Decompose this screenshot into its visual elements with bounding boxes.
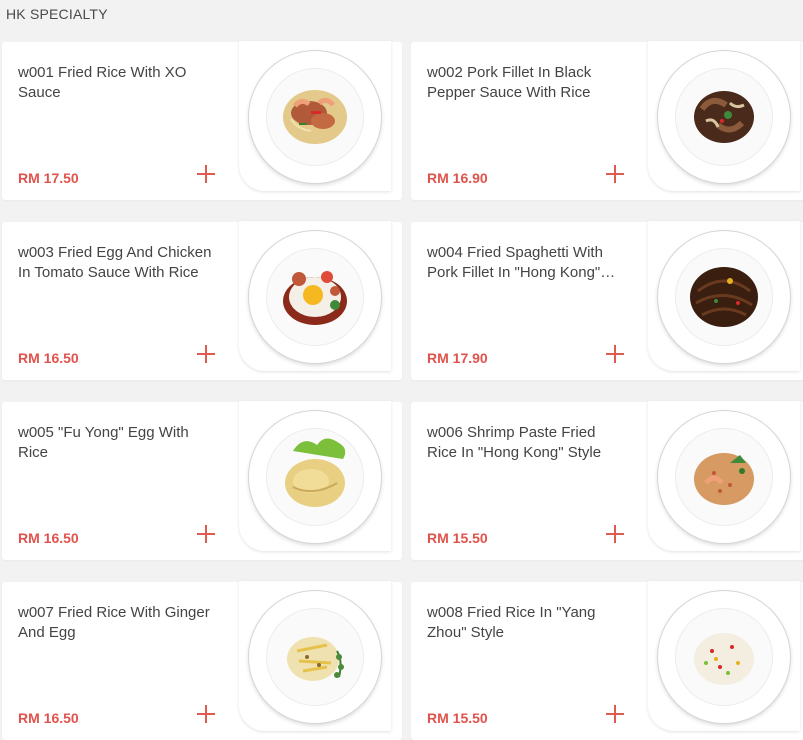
hk-spaghetti-photo [690,267,758,327]
yang-zhou-rice-photo [694,633,754,685]
item-price: RM 17.50 [18,170,79,186]
plate-image [249,231,381,363]
plate-image [249,411,381,543]
menu-item-card[interactable]: w003 Fried Egg And Chicken In Tomato Sau… [2,221,402,380]
menu-grid: w001 Fried Rice With XO Sauce RM 17.50 w… [0,0,803,740]
item-name: w007 Fried Rice With Ginger And Egg [18,604,210,641]
add-to-cart-button[interactable] [196,704,216,724]
add-to-cart-button[interactable] [196,164,216,184]
add-to-cart-button[interactable] [196,524,216,544]
item-price: RM 16.90 [427,170,488,186]
item-photo[interactable] [648,581,800,731]
menu-item-card[interactable]: w002 Pork Fillet In Black Pepper Sauce W… [411,41,803,200]
item-name: w001 Fried Rice With XO Sauce [18,64,187,101]
plate-image [658,51,790,183]
plate-image [658,411,790,543]
add-to-cart-button[interactable] [605,344,625,364]
item-name: w005 "Fu Yong" Egg With Rice [18,424,189,461]
item-photo[interactable] [648,221,800,371]
item-name: w002 Pork Fillet In Black Pepper Sauce W… [427,64,592,101]
shrimp-paste-rice-photo [694,453,754,505]
item-price: RM 15.50 [427,530,488,546]
plate-image [249,591,381,723]
menu-item-card[interactable]: w006 Shrimp Paste Fried Rice In "Hong Ko… [411,401,803,560]
plate-image [249,51,381,183]
item-price: RM 16.50 [18,710,79,726]
add-to-cart-button[interactable] [605,164,625,184]
item-photo[interactable] [239,41,391,191]
menu-item-card[interactable]: w007 Fried Rice With Ginger And Egg RM 1… [2,581,402,740]
item-photo[interactable] [648,401,800,551]
plate-image [658,591,790,723]
item-photo[interactable] [239,401,391,551]
menu-item-card[interactable]: w001 Fried Rice With XO Sauce RM 17.50 [2,41,402,200]
add-to-cart-button[interactable] [605,524,625,544]
ginger-egg-rice-photo [287,637,344,681]
item-price: RM 15.50 [427,710,488,726]
item-price: RM 16.50 [18,530,79,546]
item-name: w008 Fried Rice In "Yang Zhou" Style [427,604,596,641]
egg-chicken-tomato-photo [283,271,347,325]
plate-image [658,231,790,363]
fu-yong-egg-photo [285,438,346,507]
item-name: w003 Fried Egg And Chicken In Tomato Sau… [18,244,212,281]
item-name: w006 Shrimp Paste Fried Rice In "Hong Ko… [427,424,602,461]
xo-fried-rice-photo [283,90,347,144]
item-name: w004 Fried Spaghetti With Pork Fillet In… [427,244,603,281]
item-price: RM 16.50 [18,350,79,366]
add-to-cart-button[interactable] [605,704,625,724]
item-price: RM 17.90 [427,350,488,366]
item-photo[interactable] [239,581,391,731]
item-photo[interactable] [648,41,800,191]
menu-item-card[interactable]: w005 "Fu Yong" Egg With Rice RM 16.50 [2,401,402,560]
item-photo[interactable] [239,221,391,371]
menu-item-card[interactable]: w004 Fried Spaghetti With Pork Fillet In… [411,221,803,380]
menu-item-card[interactable]: w008 Fried Rice In "Yang Zhou" Style RM … [411,581,803,740]
black-pepper-pork-photo [694,91,754,143]
add-to-cart-button[interactable] [196,344,216,364]
